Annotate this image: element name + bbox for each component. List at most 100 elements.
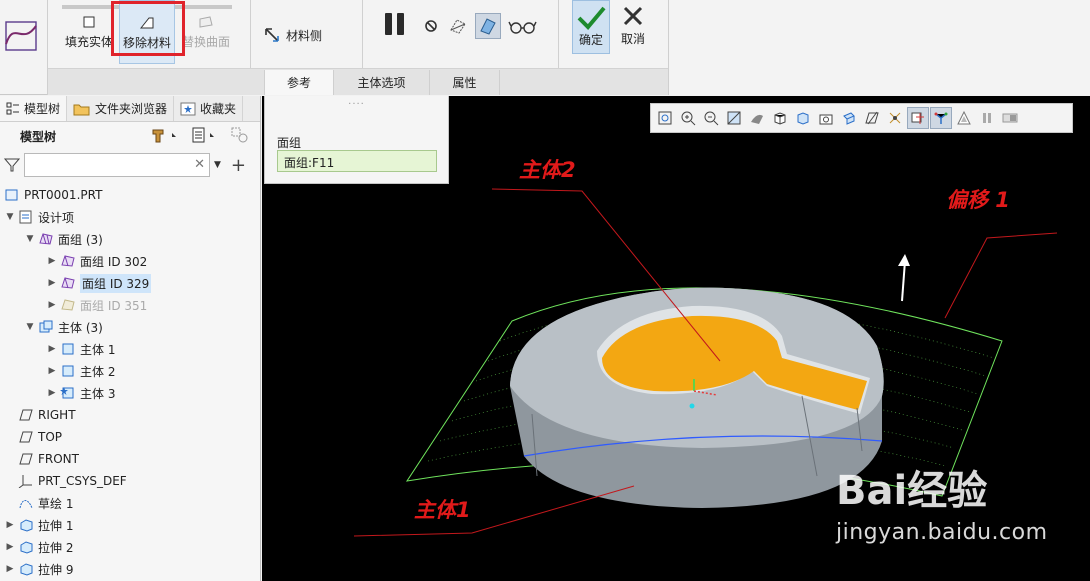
replace-surface-button[interactable]: 替换曲面 [178,0,234,64]
expand-icon[interactable]: ▶ [46,256,58,266]
default-body-icon [60,387,74,399]
annotation-display-button[interactable] [953,107,975,129]
tree-item-part[interactable]: PRT0001.PRT [0,184,260,206]
saved-orientations-button[interactable] [769,107,791,129]
fill-solid-button[interactable]: 填充实体 [62,0,116,64]
model-tree-title: 模型树 [20,129,57,144]
tree-item-extrude-9[interactable]: ▶ 拉伸 9 [0,558,260,580]
ok-button[interactable]: 确定 [572,0,610,54]
feature-type-icon [0,0,48,95]
part-icon [5,189,18,201]
collapse-icon[interactable]: ▼ [24,234,36,244]
expand-icon[interactable]: ▶ [4,542,16,552]
quilt-ref-collector[interactable]: 面组:F11 [277,150,437,172]
model-tree-tools [150,126,250,144]
preview-geometry-icon[interactable] [447,16,469,36]
tab-properties[interactable]: 属性 [430,70,500,95]
pause-view-button[interactable] [976,107,998,129]
tree-item-right-plane[interactable]: RIGHT [0,404,260,426]
tree-search-input[interactable]: ✕ [24,153,210,177]
folder-icon [73,104,90,115]
tree-item-label: 面组 ID 329 [80,273,152,293]
check-icon [577,6,606,30]
refit-button[interactable] [654,107,676,129]
filter-dropdown-icon[interactable]: ▼ [214,160,221,170]
zoom-in-button[interactable] [677,107,699,129]
tree-filters-icon[interactable] [190,126,220,144]
pause-button[interactable] [385,13,409,35]
tree-item-label: 拉伸 1 [38,518,74,533]
section-icon [843,112,855,125]
tree-item-label: 主体 1 [80,342,116,357]
collapse-icon[interactable]: ▼ [24,322,36,332]
panel-grip[interactable]: .... [265,96,448,108]
spin-center-icon [1002,113,1018,123]
expand-icon[interactable]: ▶ [46,300,58,310]
clear-search-icon[interactable]: ✕ [194,157,205,172]
datum-plane-icon [19,453,33,465]
collapse-icon[interactable]: ▼ [4,212,16,222]
material-side-button[interactable]: 材料侧 [263,26,322,44]
expand-icon[interactable]: ▶ [46,278,58,288]
quilt-icon [61,277,75,289]
spin-center-button[interactable] [999,107,1021,129]
tree-item-sketch-1[interactable]: 草绘 1 [0,492,260,514]
ok-label: 确定 [578,33,603,47]
display-style-icon [751,114,763,124]
tab-body-options[interactable]: 主体选项 [334,70,430,95]
perspective-button[interactable] [815,107,837,129]
display-style-button[interactable] [746,107,768,129]
tree-settings-icon[interactable] [150,126,180,144]
expand-icon[interactable]: ▶ [4,520,16,530]
tree-item-label: 草绘 1 [38,496,74,511]
tree-item-csys[interactable]: PRT_CSYS_DEF [0,470,260,492]
tree-item-quilts[interactable]: ▼ 面组 (3) [0,228,260,250]
tree-item-quilt-351[interactable]: ▶ 面组 ID 351 [0,294,260,316]
tab-model-tree-label: 模型树 [24,102,61,116]
expand-icon[interactable]: ▶ [4,564,16,574]
datum-points-button[interactable] [884,107,906,129]
zoom-in-icon [681,111,696,126]
section-button[interactable] [838,107,860,129]
repaint-button[interactable] [723,107,745,129]
verify-mode-toggle[interactable] [475,13,501,39]
glasses-icon[interactable] [508,16,538,36]
quilt-icon [61,299,75,311]
add-filter-icon[interactable]: + [231,155,246,176]
tree-item-quilt-302[interactable]: ▶ 面组 ID 302 [0,250,260,272]
tree-item-quilt-329[interactable]: ▶ 面组 ID 329 [0,272,260,294]
star-icon [180,102,196,115]
tree-item-design-items[interactable]: ▼ 设计项 [0,206,260,228]
csys-display-button[interactable] [930,107,952,129]
tree-item-extrude-1[interactable]: ▶ 拉伸 1 [0,514,260,536]
tree-item-body-3[interactable]: ▶ 主体 3 [0,382,260,404]
view-manager-button[interactable] [792,107,814,129]
tree-item-top-plane[interactable]: TOP [0,426,260,448]
verify-icon [480,18,496,35]
expand-icon[interactable]: ▶ [46,366,58,376]
expand-icon[interactable]: ▶ [46,344,58,354]
tab-folder-browser[interactable]: 文件夹浏览器 [67,96,175,121]
datum-axes-button[interactable] [907,107,929,129]
quilt-ref-label: 面组 [277,136,302,150]
tab-favorites[interactable]: 收藏夹 [174,96,244,121]
tree-item-bodies[interactable]: ▼ 主体 (3) [0,316,260,338]
show-icon[interactable] [230,126,250,144]
model-tree-icon [6,102,19,114]
cancel-button[interactable]: 取消 [614,0,652,54]
tree-item-body-2[interactable]: ▶ 主体 2 [0,360,260,382]
tree-item-extrude-2[interactable]: ▶ 拉伸 2 [0,536,260,558]
triangle-icon [957,110,971,125]
datum-planes-button[interactable] [861,107,883,129]
tree-item-body-1[interactable]: ▶ 主体 1 [0,338,260,360]
tab-references[interactable]: 参考 [264,70,334,95]
watermark-url: jingyan.baidu.com [836,520,1048,545]
tree-item-front-plane[interactable]: FRONT [0,448,260,470]
filter-icon [4,158,20,172]
tab-model-tree[interactable]: 模型树 [0,96,68,121]
zoom-out-button[interactable] [700,107,722,129]
tree-item-label: 拉伸 2 [38,540,74,555]
no-preview-icon[interactable] [421,16,443,36]
left-panel-tabs: 模型树 文件夹浏览器 收藏夹 [0,96,260,122]
expand-icon[interactable]: ▶ [46,388,58,398]
